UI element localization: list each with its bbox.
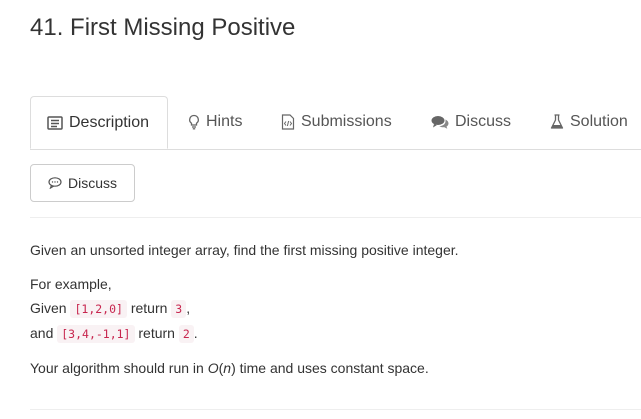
tab-label: Submissions bbox=[301, 113, 392, 130]
complexity-constraint: Your algorithm should run in O(n) time a… bbox=[30, 360, 429, 376]
section-divider bbox=[30, 217, 641, 218]
bottom-divider bbox=[30, 409, 641, 410]
discuss-button-label: Discuss bbox=[67, 175, 117, 191]
example-1-input: [1,2,0] bbox=[70, 300, 127, 318]
tab-hints[interactable]: Hints bbox=[188, 96, 242, 148]
tab-description[interactable]: Description bbox=[30, 96, 168, 149]
description-icon bbox=[47, 115, 63, 130]
example-heading: For example, bbox=[30, 276, 112, 292]
example-line-1: Given [1,2,0] return 3, bbox=[30, 300, 191, 318]
description-intro: Given an unsorted integer array, find th… bbox=[30, 242, 459, 258]
comment-icon bbox=[48, 177, 62, 189]
tab-label: Hints bbox=[206, 113, 243, 130]
code-file-icon bbox=[281, 114, 295, 130]
example-2-input: [3,4,-1,1] bbox=[57, 325, 135, 343]
tab-solution[interactable]: Solution bbox=[550, 96, 628, 148]
example-line-2: and [3,4,-1,1] return 2. bbox=[30, 325, 198, 343]
tab-discuss[interactable]: Discuss bbox=[431, 96, 511, 148]
tab-label: Solution bbox=[570, 113, 628, 130]
tab-label: Discuss bbox=[455, 113, 512, 130]
problem-tabs: Description Hints Submissions Discuss So… bbox=[30, 96, 641, 150]
flask-icon bbox=[550, 114, 564, 130]
example-2-output: 2 bbox=[178, 325, 194, 343]
tab-submissions[interactable]: Submissions bbox=[281, 96, 392, 148]
tab-label: Description bbox=[69, 113, 150, 131]
problem-description: Given an unsorted integer array, find th… bbox=[30, 240, 630, 378]
page-title: 41. First Missing Positive bbox=[30, 14, 296, 41]
lightbulb-icon bbox=[188, 114, 200, 130]
example-1-output: 3 bbox=[171, 300, 187, 318]
comments-icon bbox=[431, 115, 449, 129]
discuss-button[interactable]: Discuss bbox=[30, 164, 135, 202]
